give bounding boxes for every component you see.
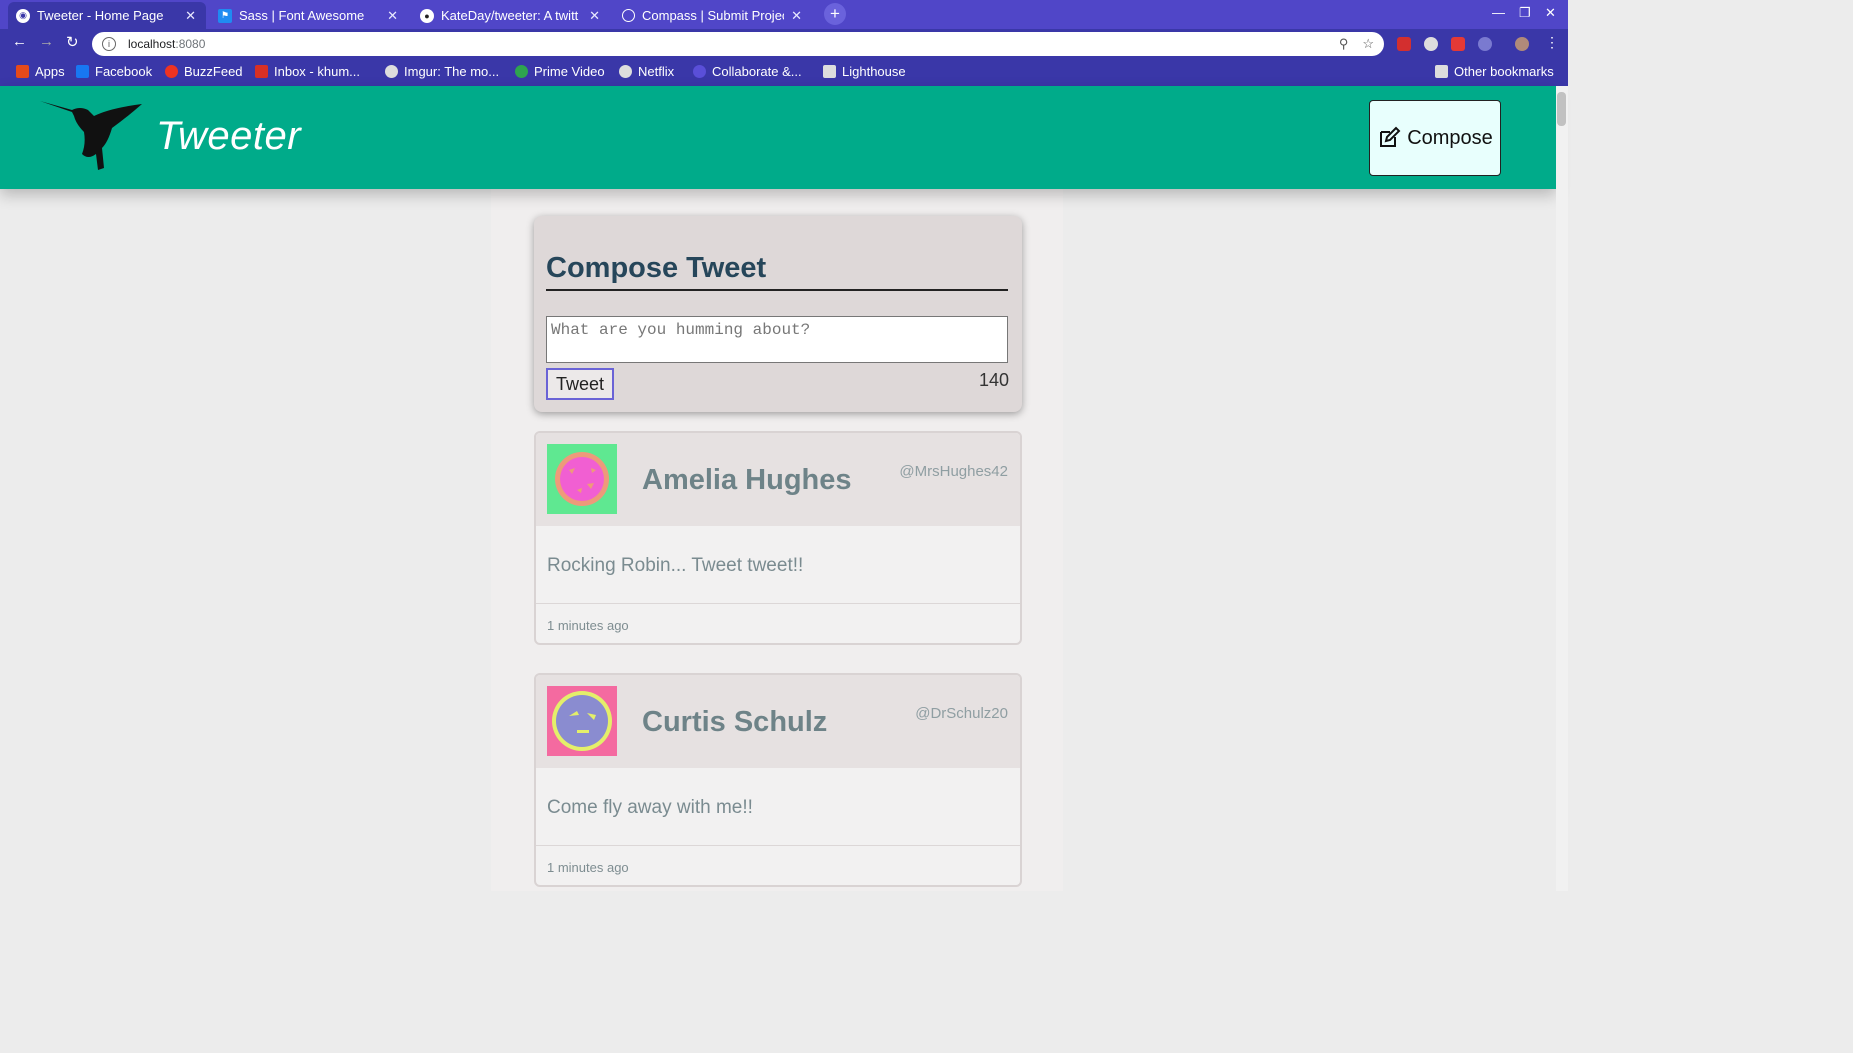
restore-icon[interactable]: ❐ xyxy=(1519,5,1531,21)
bookmark-collaborate[interactable]: Collaborate &... xyxy=(693,64,802,79)
close-window-icon[interactable]: ✕ xyxy=(1545,5,1556,21)
back-icon[interactable]: ← xyxy=(12,33,27,50)
new-tab-button[interactable]: + xyxy=(824,3,846,25)
tweet-author-name: Curtis Schulz xyxy=(642,706,828,738)
browser-tab-tweeter[interactable]: ◉ Tweeter - Home Page ✕ xyxy=(8,2,206,29)
compose-tweet-title: Compose Tweet xyxy=(546,252,767,284)
tab-close-icon[interactable]: ✕ xyxy=(791,8,802,24)
tweet-author-handle: @MrsHughes42 xyxy=(899,463,1008,480)
compass-favicon-icon xyxy=(622,9,635,22)
bookmark-apps[interactable]: Apps xyxy=(16,64,65,79)
tweet-header: Amelia Hughes @MrsHughes42 xyxy=(536,433,1020,526)
tab-title: Tweeter - Home Page xyxy=(37,8,164,23)
tab-close-icon[interactable]: ✕ xyxy=(387,8,398,24)
minimize-icon[interactable]: — xyxy=(1492,5,1505,20)
bookmarks-bar: Apps Facebook BuzzFeed Inbox - khum... I… xyxy=(0,59,1568,86)
face-avatar-icon xyxy=(547,686,617,756)
tweet-timestamp: 1 minutes ago xyxy=(547,618,629,633)
collaborate-icon xyxy=(693,65,706,78)
zoom-icon[interactable]: ⚲ xyxy=(1339,36,1349,52)
pizza-avatar-icon xyxy=(547,444,617,514)
tweet-divider xyxy=(536,603,1020,604)
page-viewport: Tweeter Compose Compose Tweet Tweet 140 … xyxy=(0,86,1556,891)
globe-icon xyxy=(619,65,632,78)
tweet-timestamp: 1 minutes ago xyxy=(547,860,629,875)
bookmark-buzzfeed[interactable]: BuzzFeed xyxy=(165,64,243,79)
browser-tab-strip: ◉ Tweeter - Home Page ✕ ⚑ Sass | Font Aw… xyxy=(0,0,1568,29)
bookmark-inbox[interactable]: Inbox - khum... xyxy=(255,64,360,79)
forward-icon[interactable]: → xyxy=(39,33,54,50)
title-underline xyxy=(546,289,1008,291)
menu-kebab-icon[interactable]: ⋮ xyxy=(1545,34,1559,51)
bookmark-lighthouse[interactable]: Lighthouse xyxy=(823,64,906,79)
buzzfeed-icon xyxy=(165,65,178,78)
tweet-divider xyxy=(536,845,1020,846)
browser-tab-github[interactable]: ● KateDay/tweeter: A twitt ✕ xyxy=(412,2,610,29)
chrome-favicon-icon: ◉ xyxy=(16,8,30,23)
brand-title: Tweeter xyxy=(156,114,302,158)
browser-tab-font-awesome[interactable]: ⚑ Sass | Font Awesome ✕ xyxy=(210,2,408,29)
folder-icon xyxy=(1435,65,1448,78)
bookmark-prime-video[interactable]: Prime Video xyxy=(515,64,605,79)
facebook-icon xyxy=(76,65,89,78)
flag-favicon-icon: ⚑ xyxy=(218,8,232,23)
tweet-submit-button[interactable]: Tweet xyxy=(546,368,614,400)
globe-icon xyxy=(385,65,398,78)
apps-grid-icon xyxy=(16,65,29,78)
top-navbar: Tweeter Compose xyxy=(0,86,1556,189)
prime-video-icon xyxy=(515,65,528,78)
folder-icon xyxy=(823,65,836,78)
tab-close-icon[interactable]: ✕ xyxy=(185,8,196,24)
bookmark-facebook[interactable]: Facebook xyxy=(76,64,152,79)
tweet-content: Come fly away with me!! xyxy=(547,797,753,818)
tweet-text-input[interactable] xyxy=(546,316,1008,363)
character-counter: 140 xyxy=(978,370,1009,390)
compose-tweet-panel: Compose Tweet Tweet 140 xyxy=(534,216,1022,412)
pocket-extension-icon[interactable] xyxy=(1451,37,1465,51)
extension-grey-icon[interactable] xyxy=(1424,37,1438,51)
tab-title: KateDay/tweeter: A twitt xyxy=(441,8,579,23)
tweet-content: Rocking Robin... Tweet tweet!! xyxy=(547,555,804,576)
hummingbird-logo-icon xyxy=(40,101,142,170)
tab-title: Sass | Font Awesome xyxy=(239,8,365,23)
bookmark-imgur[interactable]: Imgur: The mo... xyxy=(385,64,499,79)
compose-button-label: Compose xyxy=(1407,126,1493,149)
tab-title: Compass | Submit Project xyxy=(642,8,785,23)
tweet-card: Amelia Hughes @MrsHughes42 Rocking Robin… xyxy=(534,431,1022,645)
scrollbar-thumb[interactable] xyxy=(1557,92,1566,126)
profile-avatar[interactable] xyxy=(1515,37,1529,51)
tweet-author-name: Amelia Hughes xyxy=(642,464,852,496)
page-scrollbar[interactable] xyxy=(1556,86,1568,891)
reload-icon[interactable]: ↻ xyxy=(66,33,79,51)
extension-red-icon[interactable] xyxy=(1397,37,1411,51)
browser-toolbar: ← → ↻ i localhost:8080 ⚲ ☆ ⋮ xyxy=(0,29,1568,59)
compose-button[interactable]: Compose xyxy=(1369,100,1501,176)
url-text: localhost:8080 xyxy=(128,37,206,51)
tab-close-icon[interactable]: ✕ xyxy=(589,8,600,24)
tweet-author-handle: @DrSchulz20 xyxy=(915,705,1008,722)
other-bookmarks[interactable]: Other bookmarks xyxy=(1435,64,1554,79)
tweet-header: Curtis Schulz @DrSchulz20 xyxy=(536,675,1020,768)
github-favicon-icon: ● xyxy=(420,8,434,23)
address-bar[interactable]: i localhost:8080 ⚲ ☆ xyxy=(92,32,1384,56)
tweet-card: Curtis Schulz @DrSchulz20 Come fly away … xyxy=(534,673,1022,887)
bookmark-netflix[interactable]: Netflix xyxy=(619,64,674,79)
gmail-icon xyxy=(255,65,268,78)
extension-blue-icon[interactable] xyxy=(1478,37,1492,51)
bookmark-star-icon[interactable]: ☆ xyxy=(1362,36,1374,52)
edit-icon xyxy=(1380,126,1401,147)
browser-tab-compass[interactable]: Compass | Submit Project ✕ xyxy=(614,2,812,29)
site-info-icon[interactable]: i xyxy=(102,37,116,51)
